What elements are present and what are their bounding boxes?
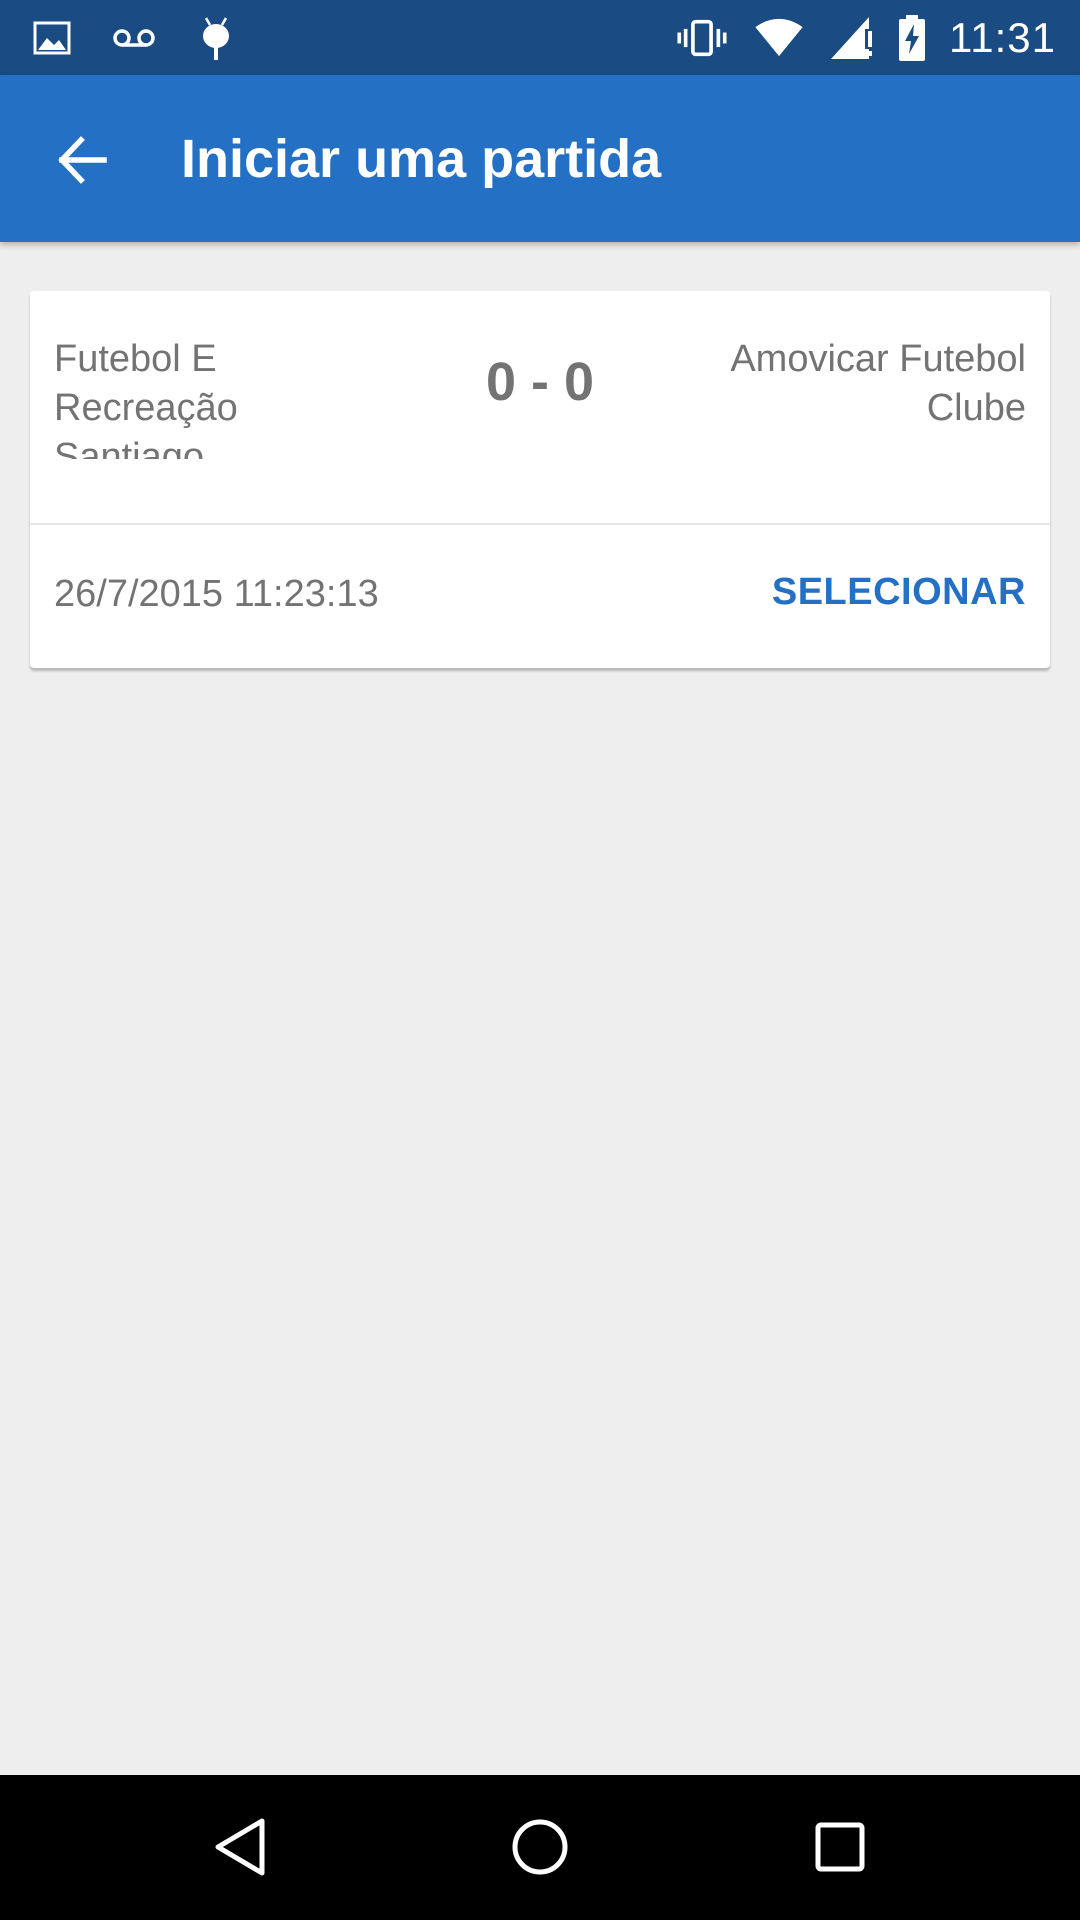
navigation-bar [0,1775,1080,1920]
arrow-back-icon [58,136,107,184]
status-bar: 11:31 [0,0,1080,75]
match-date-time: 26/7/2015 11:23:13 [54,573,379,615]
recents-square-icon [815,1822,865,1872]
back-button[interactable] [40,118,124,202]
voicemail-icon [113,28,155,47]
signal-icon [831,16,873,59]
image-icon [33,21,71,54]
nav-back-button[interactable] [200,1807,280,1887]
match-score: 0 - 0 [485,352,595,412]
page-title: Iniciar uma partida [181,128,662,189]
nav-recents-button[interactable] [800,1807,880,1887]
android-icon [203,16,229,60]
home-circle-icon [512,1819,568,1875]
clock: 11:31 [949,13,1056,61]
app-bar: Iniciar uma partida [0,75,1080,242]
notification-icons [32,0,236,75]
select-button[interactable]: SELECIONAR [772,571,1026,614]
home-team-name: Futebol E Recreação Santiago [54,338,238,459]
match-actions: 26/7/2015 11:23:13 SELECIONAR [30,525,1050,668]
vibrate-icon [677,19,727,56]
match-summary: Futebol E Recreação Santiago 0 - 0 Amovi… [30,291,1050,525]
nav-home-button[interactable] [500,1807,580,1887]
system-icons: 11:31 [675,0,1056,75]
battery-charging-icon [899,14,925,61]
back-triangle-icon [215,1818,265,1876]
match-card[interactable]: Futebol E Recreação Santiago 0 - 0 Amovi… [30,291,1050,668]
wifi-icon [755,18,803,56]
away-team-name: Amovicar Futebol Clube [730,338,1026,429]
